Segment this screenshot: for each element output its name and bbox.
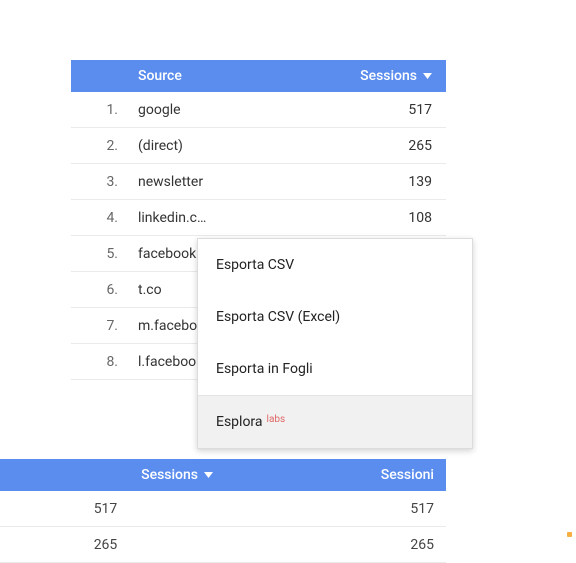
cell-source: google [136, 102, 336, 118]
header2-sessions2[interactable]: Sessioni [221, 467, 446, 483]
sort-desc-icon [423, 73, 432, 79]
sessions-compare-table: Sessions Sessioni 517517265265 [0, 459, 446, 563]
cell-rank: 4. [71, 210, 136, 226]
notification-dot-icon [567, 532, 572, 537]
table-row[interactable]: 4.linkedin.c…108 [71, 200, 446, 236]
cell-rank: 8. [71, 354, 136, 370]
cell-sessions: 139 [336, 174, 446, 190]
cell-rank: 3. [71, 174, 136, 190]
cell-sessions: 108 [336, 210, 446, 226]
labs-badge: labs [267, 414, 286, 425]
sort-desc-icon [204, 472, 213, 478]
table2-header: Sessions Sessioni [0, 459, 446, 491]
header2-sessions1-label: Sessions [141, 467, 198, 483]
cell-source: newsletter [136, 174, 336, 190]
table-row[interactable]: 3.newsletter139 [71, 164, 446, 200]
cell-sessions-a: 517 [0, 501, 223, 517]
table-row[interactable]: 517517 [0, 491, 446, 527]
cell-sessions-a: 265 [0, 537, 223, 553]
cell-rank: 2. [71, 138, 136, 154]
table-row[interactable]: 265265 [0, 527, 446, 563]
table-row[interactable]: 1.google517 [71, 92, 446, 128]
cell-source: (direct) [136, 138, 336, 154]
header-sessions[interactable]: Sessions [336, 68, 446, 84]
menu-export-sheets[interactable]: Esporta in Fogli [198, 343, 472, 395]
menu-export-csv[interactable]: Esporta CSV [198, 239, 472, 291]
menu-export-csv-excel[interactable]: Esporta CSV (Excel) [198, 291, 472, 343]
cell-rank: 5. [71, 246, 136, 262]
table-header: Source Sessions [71, 60, 446, 92]
header2-sessions1[interactable]: Sessions [0, 467, 221, 483]
export-context-menu: Esporta CSV Esporta CSV (Excel) Esporta … [197, 238, 473, 449]
cell-source: linkedin.c… [136, 210, 336, 226]
table2-body: 517517265265 [0, 491, 446, 563]
cell-sessions-b: 517 [223, 501, 446, 517]
cell-sessions: 517 [336, 102, 446, 118]
cell-rank: 1. [71, 102, 136, 118]
cell-rank: 7. [71, 318, 136, 334]
menu-explore[interactable]: Esplora labs [198, 396, 472, 448]
cell-sessions-b: 265 [223, 537, 446, 553]
header-source[interactable]: Source [136, 68, 336, 84]
menu-explore-label: Esplora [216, 414, 263, 430]
cell-rank: 6. [71, 282, 136, 298]
cell-sessions: 265 [336, 138, 446, 154]
header-sessions-label: Sessions [360, 68, 417, 84]
table-row[interactable]: 2.(direct)265 [71, 128, 446, 164]
